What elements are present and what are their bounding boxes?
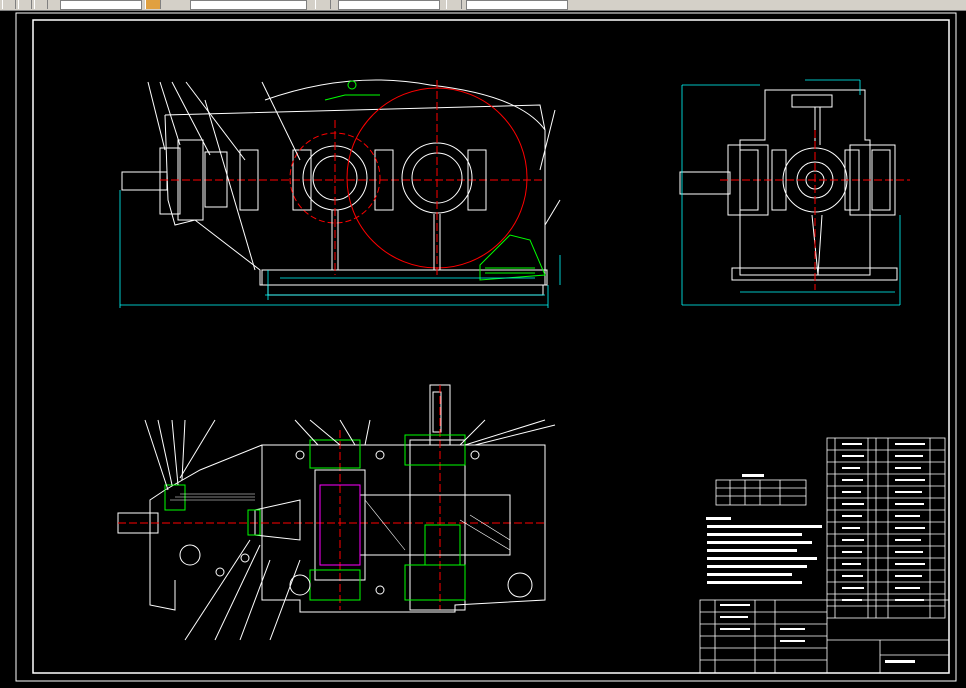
toolbar-tool-icon[interactable]: [18, 0, 32, 9]
toolbar-tool-icon[interactable]: [34, 0, 48, 9]
plotstyle-dropdown[interactable]: [466, 0, 568, 10]
toolbar-tool-icon[interactable]: [446, 0, 462, 9]
toolbar-tool-icon[interactable]: [145, 0, 161, 9]
side-view: [679, 89, 910, 290]
linetype-dropdown[interactable]: [190, 0, 307, 10]
side-view-dimensions: [681, 79, 901, 306]
toolbar-tool-icon[interactable]: [315, 0, 331, 9]
drawing-canvas[interactable]: [0, 10, 966, 688]
technical-characteristics-table: [715, 479, 807, 506]
sheet-inner-border: [32, 19, 950, 674]
layer-dropdown[interactable]: [60, 0, 142, 10]
front-view-dimensions: [119, 190, 561, 308]
lineweight-dropdown[interactable]: [338, 0, 440, 10]
front-view: [121, 79, 561, 296]
technical-requirements-notes: [706, 474, 822, 584]
toolbar-tool-icon[interactable]: [2, 0, 16, 9]
section-view: [117, 384, 556, 641]
